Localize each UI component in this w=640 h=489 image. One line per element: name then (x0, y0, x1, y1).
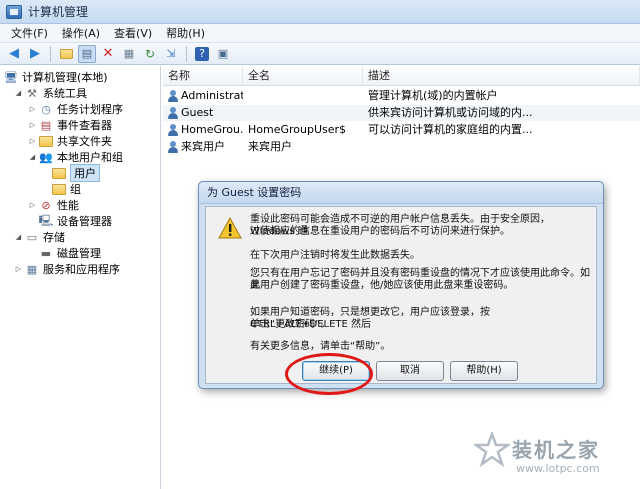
clock-icon: ◷ (41, 102, 51, 116)
menu-bar: 文件(F) 操作(A) 查看(V) 帮助(H) (0, 24, 640, 43)
delete-icon[interactable]: ✕ (99, 45, 117, 63)
properties-icon[interactable]: ▦ (120, 45, 138, 63)
expand-icon[interactable]: ▷ (28, 121, 37, 129)
dialog-help-note: 有关更多信息，请单击“帮助”。 (250, 341, 391, 352)
menu-file[interactable]: 文件(F) (4, 25, 55, 41)
computer-management-icon (6, 4, 22, 19)
table-row[interactable]: Administrat... 管理计算机(域)的内置帐户 (163, 88, 640, 104)
user-icon (167, 141, 179, 153)
toolbar-divider-2 (186, 45, 187, 62)
tree-item-disk-management[interactable]: ▬ 磁盘管理 (39, 245, 101, 261)
tree-item-performance[interactable]: ▷ ⊘ 性能 (28, 197, 79, 213)
event-viewer-icon: ▤ (40, 118, 52, 132)
performance-icon: ⊘ (41, 198, 51, 212)
help-button[interactable]: 帮助(H) (450, 361, 518, 381)
back-icon[interactable]: ◀ (5, 45, 23, 63)
menu-help[interactable]: 帮助(H) (159, 25, 212, 41)
table-row[interactable]: 来宾用户 来宾用户 (163, 139, 640, 155)
user-icon (167, 107, 179, 119)
up-folder-icon[interactable] (57, 45, 75, 63)
help-icon[interactable]: ? (193, 45, 211, 63)
set-password-dialog: 为 Guest 设置密码 重设此密码可能会造成不可逆的用户帐户信息丢失。由于安全… (198, 181, 604, 389)
user-icon (167, 124, 179, 136)
device-manager-icon: 🖳 (38, 213, 54, 227)
storage-icon: ▭ (26, 230, 38, 244)
watermark-star-icon (474, 432, 510, 468)
cancel-button[interactable]: 取消 (376, 361, 444, 381)
tree-item-task-scheduler[interactable]: ▷ ◷ 任务计划程序 (28, 101, 123, 117)
users-icon: 👥 (39, 150, 53, 164)
table-row[interactable]: HomeGrou... HomeGroupUser$ 可以访问计算机的家庭组的内… (163, 122, 640, 138)
dialog-warning-line-2: 过使相应的信息在重设用户的密码后不可访问来进行保护。 (250, 226, 510, 237)
tree-item-local-users-groups[interactable]: ◢ 👥 本地用户和组 (28, 149, 123, 165)
tree-item-storage[interactable]: ◢ ▭ 存储 (14, 229, 65, 245)
console-tree: 🖥 计算机管理(本地) ◢ ⚒ 系统工具 ▷ ◷ 任务计划程序 ▷ ▤ 事件查看… (0, 66, 161, 489)
expand-icon[interactable]: ▷ (14, 265, 23, 273)
tree-item-event-viewer[interactable]: ▷ ▤ 事件查看器 (28, 117, 112, 133)
tree-item-computer-management[interactable]: 🖥 计算机管理(本地) (4, 69, 108, 85)
dialog-title: 为 Guest 设置密码 (199, 182, 603, 204)
menu-view[interactable]: 查看(V) (107, 25, 159, 41)
forward-icon[interactable]: ▶ (26, 45, 44, 63)
tree-item-users[interactable]: 用户 (52, 164, 100, 182)
expand-icon[interactable]: ▷ (28, 137, 37, 145)
column-name[interactable]: 名称 (163, 66, 243, 86)
tree-item-device-manager[interactable]: 🖳 设备管理器 (39, 213, 112, 229)
title-bar: 计算机管理 (0, 0, 640, 24)
shared-folder-icon (39, 135, 53, 148)
collapse-icon[interactable]: ◢ (14, 233, 23, 241)
services-icon: ▦ (26, 262, 38, 276)
expand-icon[interactable]: ▷ (28, 105, 37, 113)
computer-icon: 🖥 (4, 70, 18, 84)
watermark-text: 装机之家 (512, 438, 600, 462)
refresh-icon[interactable]: ↻ (141, 45, 159, 63)
expand-icon[interactable]: ▷ (28, 201, 37, 209)
folder-icon (52, 167, 66, 180)
tree-item-shared-folders[interactable]: ▷ 共享文件夹 (28, 133, 112, 149)
warning-icon (218, 217, 242, 239)
column-description[interactable]: 描述 (363, 66, 640, 86)
tools-icon: ⚒ (27, 86, 37, 100)
collapse-icon[interactable]: ◢ (14, 89, 23, 97)
folder-icon (52, 183, 66, 196)
watermark-url: www.lotpc.com (516, 462, 600, 475)
export-icon[interactable]: ⇲ (162, 45, 180, 63)
dialog-body: 重设此密码可能会造成不可逆的用户帐户信息丢失。由于安全原因，Windows 通 … (205, 206, 597, 384)
column-fullname[interactable]: 全名 (243, 66, 363, 86)
dialog-data-loss-note: 在下次用户注销时将发生此数据丢失。 (250, 250, 420, 261)
annotation-circle (285, 353, 373, 395)
dialog-change-password-line-2: 单击“更改密码”。 (250, 319, 331, 330)
disk-icon: ▬ (40, 246, 52, 260)
list-header: 名称 全名 描述 (163, 66, 640, 86)
collapse-icon[interactable]: ◢ (28, 153, 37, 161)
tree-item-groups[interactable]: 组 (52, 181, 81, 197)
menu-action[interactable]: 操作(A) (55, 25, 107, 41)
watermark: 装机之家 www.lotpc.com (472, 426, 638, 486)
tree-item-services-applications[interactable]: ▷ ▦ 服务和应用程序 (14, 261, 120, 277)
action-pane-icon[interactable]: ▣ (214, 45, 232, 63)
table-row[interactable]: Guest 供来宾访问计算机或访问域的内... (163, 105, 640, 121)
user-icon (167, 90, 179, 102)
tree-item-system-tools[interactable]: ◢ ⚒ 系统工具 (14, 85, 87, 101)
dialog-reset-disk-line-2: 此用户创建了密码重设盘，他/她应该使用此盘来重设密码。 (250, 280, 514, 291)
show-tree-icon[interactable]: ▤ (78, 44, 96, 63)
window-title: 计算机管理 (28, 5, 89, 19)
toolbar-divider (50, 45, 51, 62)
toolbar: ◀ ▶ ▤ ✕ ▦ ↻ ⇲ ? ▣ (0, 43, 640, 65)
